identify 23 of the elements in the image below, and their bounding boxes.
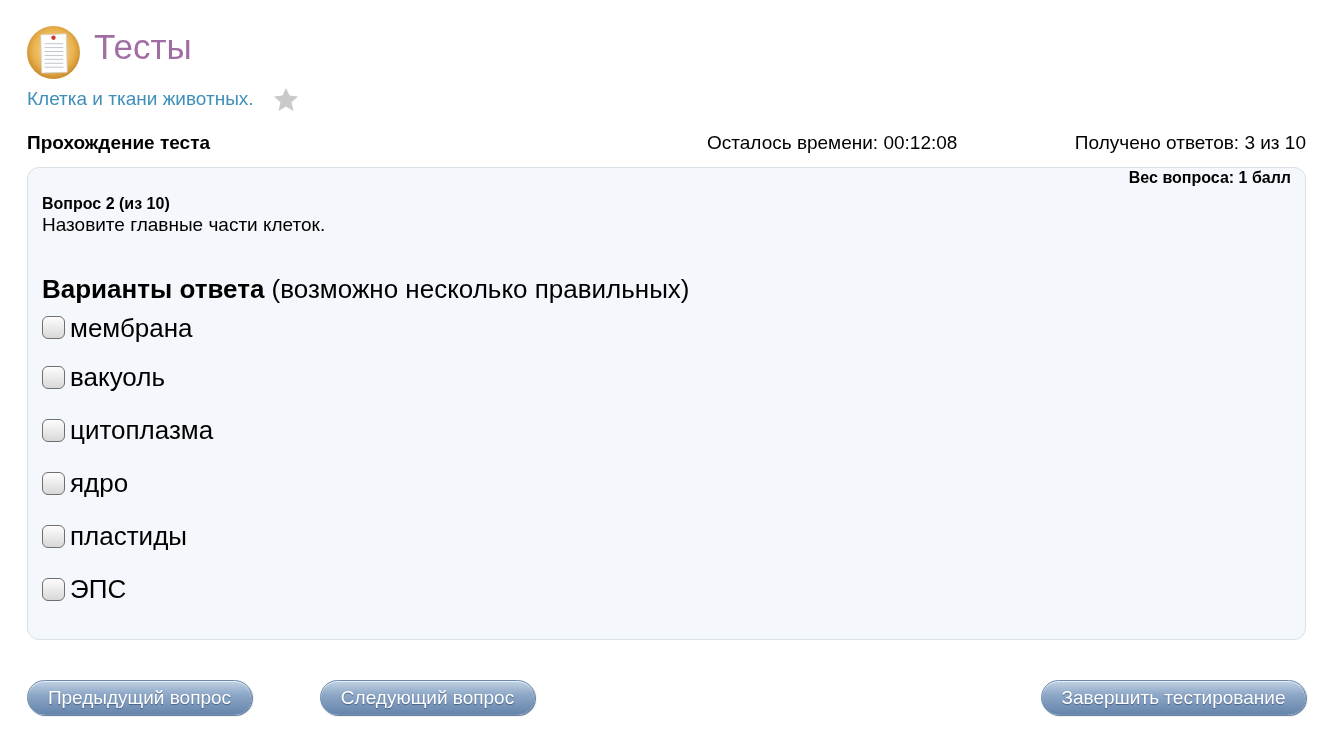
answer-checkbox[interactable] (42, 524, 65, 548)
question-weight: Вес вопроса: 1 балл (1128, 168, 1291, 186)
answer-option-label[interactable]: ЭПС (70, 573, 127, 605)
answer-checkbox[interactable] (42, 316, 65, 339)
star-icon[interactable] (273, 87, 298, 111)
question-number: Вопрос 2 (из 10) (42, 194, 170, 212)
answer-checkbox[interactable] (42, 418, 65, 442)
answer-checkbox[interactable] (42, 577, 65, 601)
answer-option-label[interactable]: цитоплазма (70, 414, 214, 446)
answer-option-label[interactable]: мембрана (70, 311, 193, 344)
answer-option-label[interactable]: вакуоль (70, 361, 165, 393)
answer-option-label[interactable]: пластиды (70, 520, 187, 552)
answer-checkbox[interactable] (42, 471, 65, 495)
answers-heading: Варианты ответа (возможно несколько правильных) (42, 273, 690, 304)
page-title: Тесты (94, 29, 192, 64)
answer-option-label[interactable]: ядро (70, 467, 129, 499)
answer-checkbox[interactable] (42, 365, 65, 389)
notepad-icon (27, 26, 80, 79)
section-title: Прохождение теста (27, 130, 210, 154)
time-left-text: Осталось времени: 00:12:08 (707, 130, 958, 154)
test-name-link[interactable]: Клетка и ткани животных. (27, 85, 254, 114)
question-text: Назовите главные части клеток. (42, 213, 326, 235)
answered-count-text: Получено ответов: 3 из 10 (1074, 130, 1306, 154)
